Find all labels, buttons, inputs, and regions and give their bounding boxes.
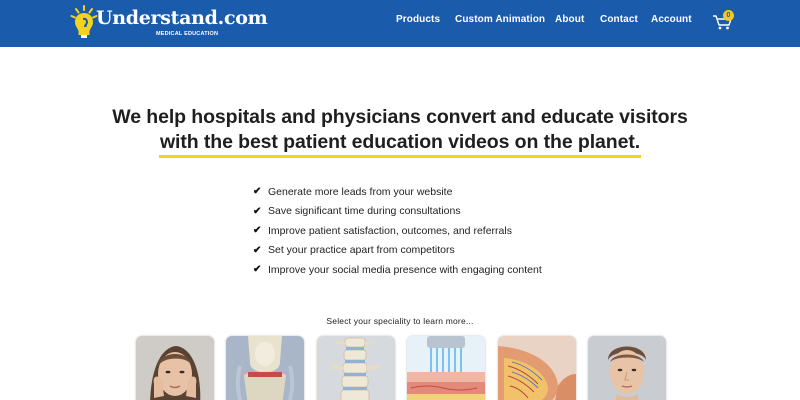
- benefit-text: Save significant time during consultatio…: [268, 205, 461, 218]
- nav-custom-animation[interactable]: Custom Animation: [455, 14, 545, 28]
- benefit-text: Generate more leads from your website: [268, 185, 453, 198]
- checkmark-icon: ✔: [253, 225, 262, 237]
- specialty-tile-woman-face[interactable]: [136, 336, 214, 400]
- specialty-tile-knee[interactable]: [226, 336, 304, 400]
- benefit-item: ✔ Set your practice apart from competito…: [253, 241, 573, 261]
- benefit-item: ✔ Improve patient satisfaction, outcomes…: [253, 221, 573, 241]
- nav-contact[interactable]: Contact: [600, 14, 638, 28]
- man-face-image: [588, 336, 666, 400]
- specialty-tile-spine[interactable]: [317, 336, 395, 400]
- hero-headline: We help hospitals and physicians convert…: [112, 106, 688, 128]
- hero-subheadline: with the best patient education videos o…: [158, 131, 642, 158]
- specialty-tile-skin[interactable]: [407, 336, 485, 400]
- specialty-prompt: Select your speciality to learn more...: [326, 316, 474, 326]
- checkmark-icon: ✔: [253, 244, 262, 256]
- logo[interactable]: Understand.com MEDICAL EDUCATION: [70, 4, 268, 42]
- nav-account[interactable]: Account: [651, 14, 692, 28]
- benefit-text: Improve patient satisfaction, outcomes, …: [268, 224, 512, 237]
- skin-treatment-image: [407, 336, 485, 400]
- benefit-item: ✔ Generate more leads from your website: [253, 182, 573, 202]
- nav-products[interactable]: Products: [396, 14, 440, 28]
- logo-wordmark: Understand.com: [96, 7, 268, 29]
- specialty-tile-man-face[interactable]: [588, 336, 666, 400]
- spine-image: [317, 336, 395, 400]
- checkmark-icon: ✔: [253, 264, 262, 276]
- hero-subheadline-wrap: with the best patient education videos o…: [0, 131, 800, 158]
- benefit-text: Improve your social media presence with …: [268, 263, 542, 276]
- cart-count-badge: 0: [723, 10, 734, 21]
- site-header: Understand.com MEDICAL EDUCATION Product…: [0, 0, 800, 47]
- specialty-tile-breast[interactable]: [498, 336, 576, 400]
- breast-anatomy-image: [498, 336, 576, 400]
- nav-about[interactable]: About: [555, 14, 584, 28]
- woman-face-image: [136, 336, 214, 400]
- checkmark-icon: ✔: [253, 186, 262, 198]
- benefits-list: ✔ Generate more leads from your website …: [253, 182, 573, 280]
- benefit-item: ✔ Save significant time during consultat…: [253, 202, 573, 222]
- checkmark-icon: ✔: [253, 205, 262, 217]
- benefit-item: ✔ Improve your social media presence wit…: [253, 260, 573, 280]
- logo-tagline: MEDICAL EDUCATION: [156, 31, 219, 37]
- knee-joint-image: [226, 336, 304, 400]
- benefit-text: Set your practice apart from competitors: [268, 244, 455, 257]
